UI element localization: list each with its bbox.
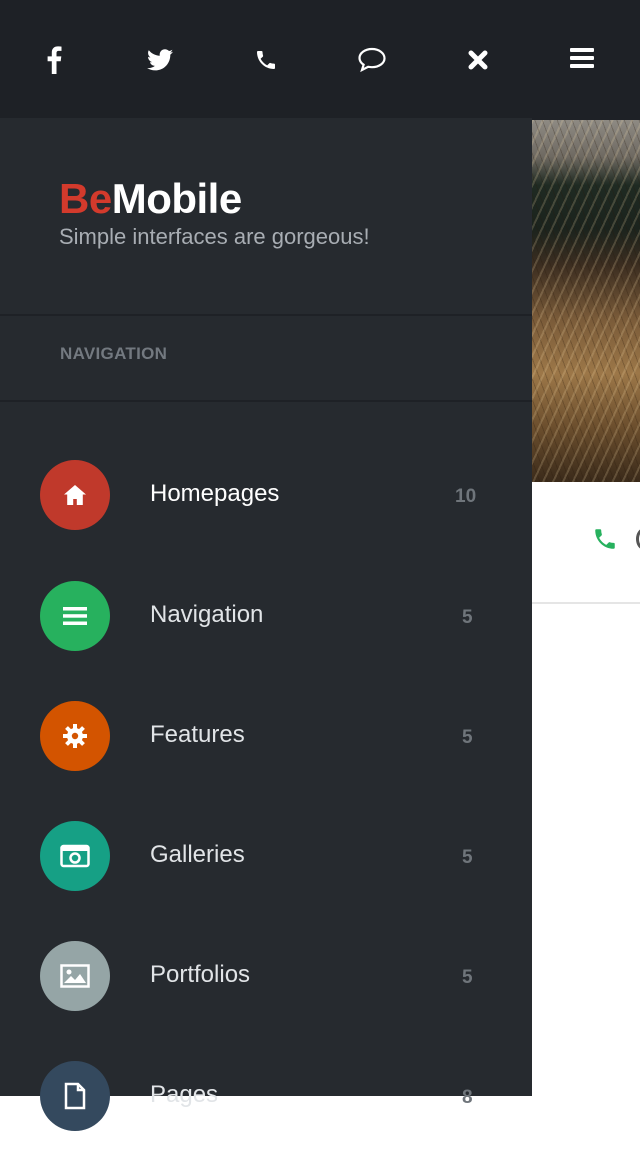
facebook-icon[interactable]: [34, 40, 74, 80]
image-icon: [40, 941, 110, 1011]
brand-block: BeMobile Simple interfaces are gorgeous!: [59, 176, 370, 250]
nav-item-features[interactable]: Features 5: [0, 701, 532, 791]
nav-label: Homepages: [150, 480, 280, 507]
nav-label: Pages: [150, 1081, 219, 1108]
logo[interactable]: BeMobile: [59, 176, 370, 222]
tagline: Simple interfaces are gorgeous!: [59, 224, 370, 249]
sidebar-topbar: [0, 0, 532, 118]
file-icon: [40, 1061, 110, 1131]
phone-icon[interactable]: [592, 526, 618, 552]
nav-item-pages[interactable]: Pages 8: [0, 1061, 532, 1151]
nav-item-portfolios[interactable]: Portfolios 5: [0, 941, 532, 1031]
nav-count: 5: [462, 727, 473, 748]
camera-icon: [40, 821, 110, 891]
page-header: [532, 0, 640, 120]
phone-icon[interactable]: [246, 40, 286, 80]
hero-image: [532, 120, 640, 482]
nav-count: 5: [462, 967, 473, 988]
chat-icon[interactable]: [352, 40, 392, 80]
divider: [0, 400, 532, 402]
nav-label: Portfolios: [150, 961, 251, 988]
contact-row[interactable]: [532, 482, 640, 604]
nav-label: Galleries: [150, 841, 245, 868]
home-icon: [40, 460, 110, 530]
nav-heading: NAVIGATION: [60, 344, 168, 363]
nav-item-navigation[interactable]: Navigation 5: [0, 581, 532, 671]
twitter-icon[interactable]: [140, 40, 180, 80]
sidebar: BeMobile Simple interfaces are gorgeous!…: [0, 0, 532, 1131]
list-icon: [40, 581, 110, 651]
nav-count: 8: [462, 1087, 473, 1108]
nav-label: Features: [150, 721, 245, 748]
nav-item-homepages[interactable]: Homepages 10: [0, 460, 532, 550]
menu-icon[interactable]: [570, 48, 594, 68]
nav-item-galleries[interactable]: Galleries 5: [0, 821, 532, 911]
nav-label: Navigation: [150, 601, 264, 628]
nav-count: 10: [455, 486, 477, 507]
close-icon[interactable]: [458, 40, 498, 80]
nav-count: 5: [462, 607, 473, 628]
chat-icon[interactable]: [636, 528, 640, 550]
gear-icon: [40, 701, 110, 771]
nav-count: 5: [462, 847, 473, 868]
divider: [0, 314, 532, 316]
main-page: [532, 0, 640, 1096]
